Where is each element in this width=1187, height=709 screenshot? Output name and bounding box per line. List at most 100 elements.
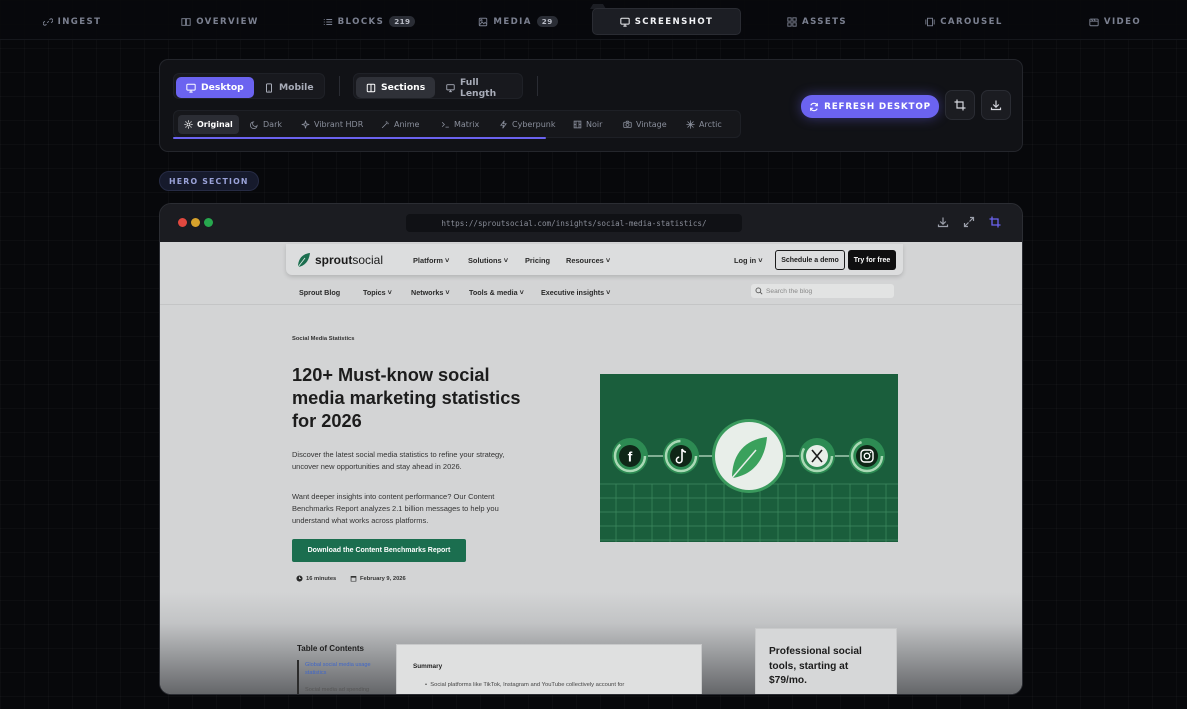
monitor-icon [446,83,455,92]
read-time: 16 minutes [296,575,336,582]
nav-platform[interactable]: Platform ˅ [413,256,449,265]
nav-label: Solutions [468,256,502,265]
filter-anime[interactable]: Anime [375,115,425,134]
subnav-executive-insights[interactable]: Executive insights ˅ [541,288,610,297]
subnav-tools-media[interactable]: Tools & media ˅ [469,288,524,297]
sun-icon [184,120,193,129]
tab-label: BLOCKS [337,16,385,27]
full-length-label: Full Length [459,76,497,99]
filter-arctic[interactable]: Arctic [680,115,728,134]
list-icon [323,18,332,25]
sections-label: Sections [381,82,426,93]
nav-label: Resources [566,256,604,265]
nav-label: Platform [413,256,443,265]
facebook-icon: f [612,438,648,474]
filter-matrix[interactable]: Matrix [435,115,485,134]
film-icon [573,120,582,129]
summary-bullet-text: Social platforms like TikTok, Instagram … [430,682,625,688]
instagram-icon [849,438,885,474]
sprout-social-logo[interactable]: sproutsocial [297,252,383,268]
blog-search-input[interactable]: Search the blog [751,284,894,298]
filter-label: Anime [394,120,420,129]
book-icon [181,17,191,26]
monitor-icon [620,17,630,27]
filter-cyberpunk[interactable]: Cyberpunk [493,115,561,134]
tab-screenshot[interactable]: SCREENSHOT [592,8,741,35]
tab-assets[interactable]: ASSETS [784,8,850,35]
subnav-sprout-blog[interactable]: Sprout Blog [299,288,340,297]
mobile-button[interactable]: Mobile [254,77,324,98]
download-icon [937,217,949,228]
tab-blocks[interactable]: BLOCKS 219 [320,8,418,35]
tab-media[interactable]: MEDIA 29 [475,8,561,35]
divider [339,76,340,96]
publish-date-label: February 9, 2026 [360,575,406,582]
browser-preview: https://sproutsocial.com/insights/social… [159,203,1023,695]
tab-ingest[interactable]: INGEST [38,8,106,35]
website-screenshot: sproutsocial Platform ˅ Solutions ˅ Pric… [160,242,1022,694]
wand-icon [381,121,389,129]
logo-rest: social [352,253,384,267]
crop-icon [954,99,966,111]
download-report-button[interactable]: Download the Content Benchmarks Report [292,539,466,562]
filter-original[interactable]: Original [178,115,239,134]
search-icon [755,287,763,295]
nav-solutions[interactable]: Solutions ˅ [468,256,508,265]
toc-item-ad-spending[interactable]: Social media ad spending [305,686,385,694]
filter-label: Cyberpunk [512,120,556,129]
summary-box: Summary • Social platforms like TikTok, … [396,644,702,694]
try-free-button[interactable]: Try for free [848,250,896,270]
sparkle-icon [301,120,310,129]
full-length-button[interactable]: Full Length [436,76,522,99]
crop-section-button[interactable] [989,216,1003,230]
tab-overview[interactable]: OVERVIEW [178,8,262,35]
maximize-dot [204,218,213,227]
tab-carousel[interactable]: CAROUSEL [924,8,1004,35]
article-title: 120+ Must-know social media marketing st… [292,365,521,431]
read-time-label: 16 minutes [306,575,337,582]
pricing-promo-card[interactable]: Professional social tools, starting at $… [755,628,897,694]
article-intro: Discover the latest social media statist… [292,450,505,471]
desktop-button[interactable]: Desktop [176,77,254,98]
refresh-desktop-button[interactable]: REFRESH DESKTOP [801,95,939,118]
filter-vintage[interactable]: Vintage [617,115,673,134]
subnav-label: Tools & media [469,288,518,297]
publish-date: February 9, 2026 [350,575,406,582]
expand-button[interactable] [963,216,977,230]
sprout-leaf-icon [297,253,310,268]
tab-label: ASSETS [802,16,847,27]
download-button[interactable] [981,90,1011,120]
subnav-label: Topics [363,288,386,297]
nav-pricing[interactable]: Pricing [525,256,550,265]
desktop-label: Desktop [201,82,244,93]
nav-label: Log in [734,256,757,265]
image-icon [479,17,488,26]
toc-item-global-usage[interactable]: Global social media usage statistics [305,661,385,677]
article-body-preview: Table of Contents Global social media us… [160,624,1022,694]
screenshot-controls-panel: Desktop Mobile Sections Full Length Orig… [159,59,1023,152]
schedule-demo-button[interactable]: Schedule a demo [775,250,845,270]
crop-icon [989,216,1001,228]
filter-progress-bar [173,137,546,139]
sections-button[interactable]: Sections [356,77,436,98]
tab-video[interactable]: VIDEO [1084,8,1146,35]
nav-resources[interactable]: Resources ˅ [566,256,610,265]
link-icon [42,17,53,26]
filter-noir[interactable]: Noir [567,115,608,134]
toc-title: Table of Contents [297,644,364,653]
crop-button[interactable] [945,90,975,120]
sprout-logo-center [712,419,786,493]
article-category[interactable]: Social Media Statistics [292,336,355,342]
search-placeholder: Search the blog [766,287,813,295]
media-count-badge: 29 [536,16,558,27]
download-section-button[interactable] [937,216,951,230]
bolt-icon [500,120,507,129]
subnav-networks[interactable]: Networks ˅ [411,288,450,297]
filter-vibrant-hdr[interactable]: Vibrant HDR [295,115,369,134]
tab-label: SCREENSHOT [634,16,714,27]
phone-icon [266,82,272,93]
filter-dark[interactable]: Dark [244,115,288,134]
subnav-topics[interactable]: Topics ˅ [363,288,392,297]
refresh-icon [810,102,818,111]
nav-login[interactable]: Log in ˅ [734,256,763,265]
